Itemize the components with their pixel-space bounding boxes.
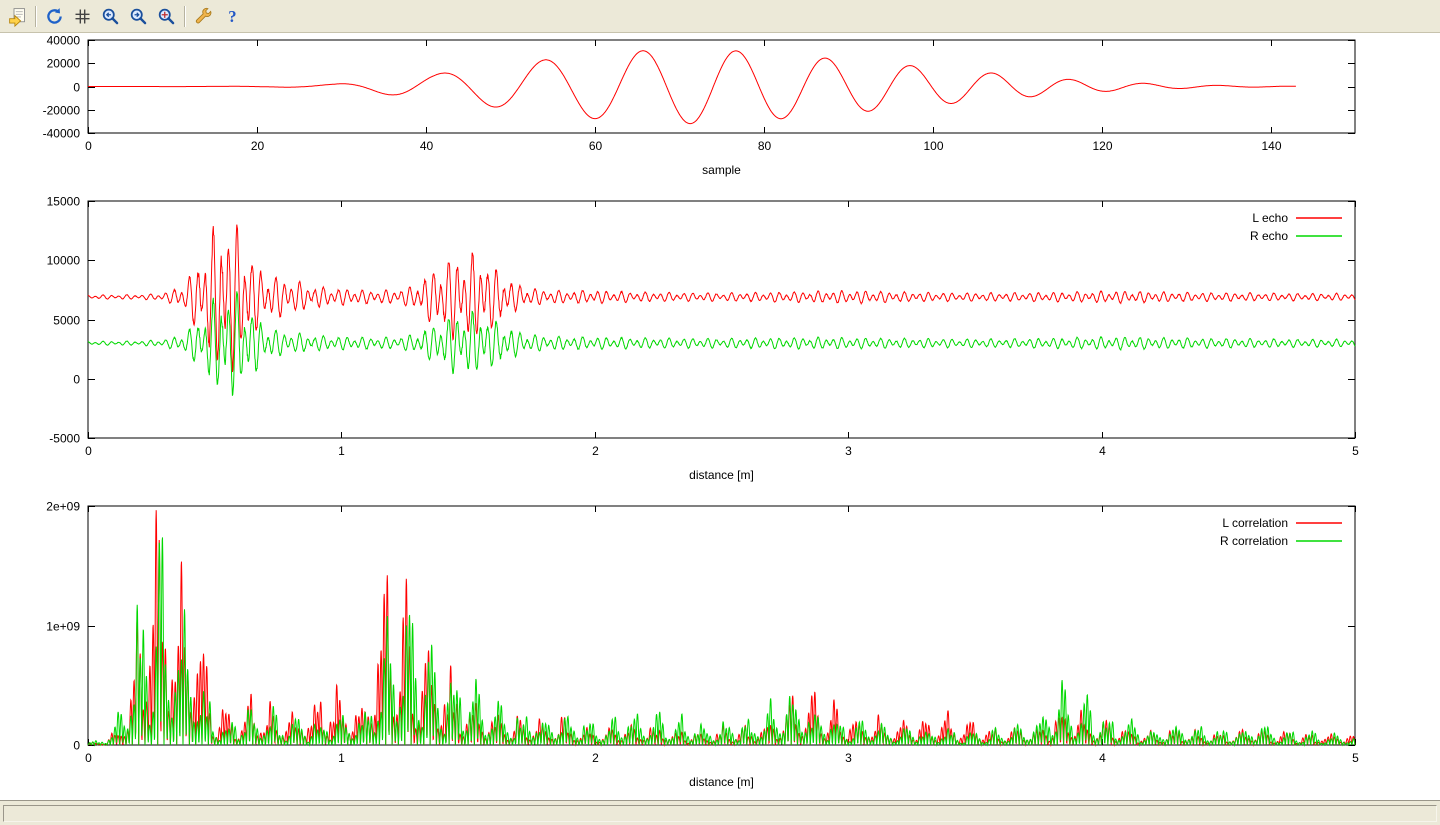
svg-text:5: 5 — [1352, 444, 1359, 458]
svg-text:distance [m]: distance [m] — [689, 468, 754, 482]
svg-text:?: ? — [228, 7, 236, 26]
autoscale-button[interactable] — [153, 3, 180, 30]
zoom-previous-icon — [100, 6, 121, 27]
svg-text:L correlation: L correlation — [1222, 516, 1288, 530]
svg-text:4: 4 — [1099, 751, 1106, 765]
svg-text:40000: 40000 — [47, 34, 81, 48]
svg-text:40: 40 — [420, 139, 434, 153]
help-icon: ? — [221, 6, 242, 27]
copy-button[interactable] — [4, 3, 31, 30]
toolbar-separator — [184, 6, 186, 27]
svg-text:0: 0 — [73, 739, 80, 753]
svg-text:2: 2 — [592, 444, 599, 458]
zoom-next-button[interactable] — [125, 3, 152, 30]
settings-icon — [193, 6, 214, 27]
status-bar — [0, 800, 1440, 825]
svg-text:distance [m]: distance [m] — [689, 775, 754, 789]
copy-icon — [7, 6, 28, 27]
svg-text:120: 120 — [1092, 139, 1112, 153]
svg-text:-5000: -5000 — [49, 432, 80, 446]
svg-text:R correlation: R correlation — [1220, 534, 1288, 548]
svg-text:60: 60 — [589, 139, 603, 153]
gnuplot-window: ? 020406080100120140-40000-2000002000040… — [0, 0, 1440, 825]
chart-echo-signals[interactable]: 0 1 2 3 4 5 -5000 0 5000 10000 15000 distance [m] L … — [0, 193, 1440, 493]
svg-text:5000: 5000 — [53, 314, 80, 328]
svg-text:3: 3 — [845, 751, 852, 765]
svg-text:-20000: -20000 — [43, 104, 81, 118]
autoscale-icon — [156, 6, 177, 27]
svg-text:sample: sample — [702, 163, 741, 177]
svg-text:2: 2 — [592, 751, 599, 765]
plot-canvas: 020406080100120140-40000-200000200004000… — [0, 33, 1440, 800]
svg-text:0: 0 — [73, 373, 80, 387]
svg-text:1: 1 — [338, 751, 345, 765]
toolbar-separator — [35, 6, 37, 27]
svg-text:140: 140 — [1261, 139, 1281, 153]
toggle-grid-button[interactable] — [69, 3, 96, 30]
svg-text:15000: 15000 — [47, 195, 81, 209]
svg-text:0: 0 — [85, 751, 92, 765]
svg-text:0: 0 — [73, 81, 80, 95]
settings-button[interactable] — [190, 3, 217, 30]
svg-text:20: 20 — [251, 139, 265, 153]
svg-text:10000: 10000 — [47, 254, 81, 268]
grid-icon — [72, 6, 93, 27]
refresh-icon — [44, 6, 65, 27]
chart-transmit-signal[interactable]: 0 20 40 60 80 100 120 140 -40000 -20000 0 20000 4000… — [0, 33, 1440, 193]
svg-text:5: 5 — [1352, 751, 1359, 765]
zoom-next-icon — [128, 6, 149, 27]
zoom-previous-button[interactable] — [97, 3, 124, 30]
svg-text:20000: 20000 — [47, 57, 81, 71]
help-button[interactable]: ? — [218, 3, 245, 30]
svg-text:2e+09: 2e+09 — [46, 500, 80, 514]
svg-text:1: 1 — [338, 444, 345, 458]
svg-text:-40000: -40000 — [43, 127, 81, 141]
svg-text:0: 0 — [85, 139, 92, 153]
svg-text:L echo: L echo — [1252, 211, 1288, 225]
svg-text:4: 4 — [1099, 444, 1106, 458]
chart-correlation-signals[interactable]: 0 1 2 3 4 5 0 1e+09 2e+09 distance [m] L correlati… — [0, 493, 1440, 800]
toolbar: ? — [0, 0, 1440, 33]
svg-text:R echo: R echo — [1250, 229, 1288, 243]
svg-text:100: 100 — [923, 139, 943, 153]
svg-text:1e+09: 1e+09 — [46, 620, 80, 634]
svg-text:0: 0 — [85, 444, 92, 458]
svg-text:3: 3 — [845, 444, 852, 458]
status-text — [3, 805, 1437, 822]
replot-button[interactable] — [41, 3, 68, 30]
svg-text:80: 80 — [758, 139, 772, 153]
